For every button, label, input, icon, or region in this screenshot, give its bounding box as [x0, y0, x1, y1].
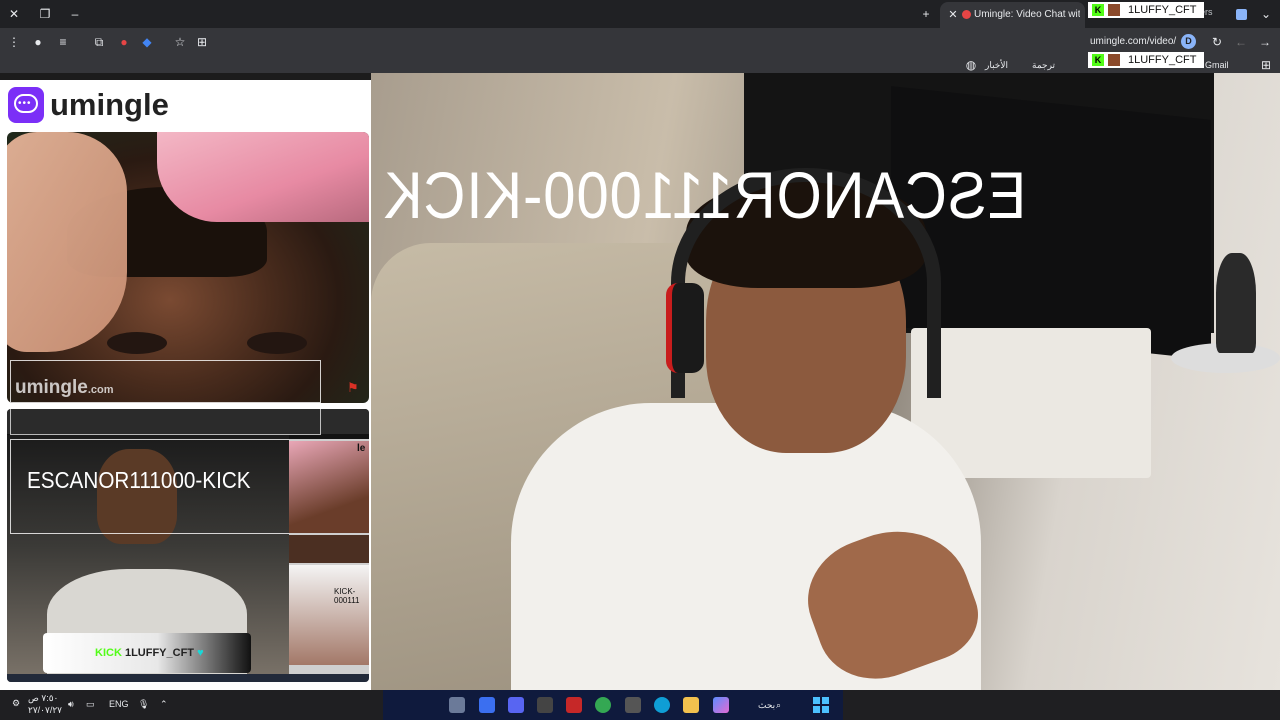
search-label[interactable]: بحث: [758, 700, 775, 711]
logo-text: umingle: [50, 87, 169, 122]
app-icon-red[interactable]: [566, 697, 582, 713]
kick-username-badge: K 1LUFFY_CFT: [1088, 2, 1205, 18]
stream-tag-text: ESCANOR111000-KICK: [27, 467, 251, 493]
mirrored-stream-tag: ESCANOR111000-KICK: [383, 158, 1027, 232]
app-icon[interactable]: [479, 697, 495, 713]
bookmark-gmail[interactable]: Gmail: [1205, 60, 1229, 70]
close-window-icon[interactable]: ✕: [6, 6, 22, 22]
partner-video: umingle.com ⚑: [7, 132, 369, 403]
settings-app-icon[interactable]: [449, 697, 465, 713]
language-indicator[interactable]: ENG: [109, 699, 129, 709]
network-icon[interactable]: ▭: [86, 699, 95, 710]
avatar: [1108, 54, 1120, 66]
settings-gear-icon[interactable]: ⚙: [12, 698, 20, 709]
search-icon[interactable]: ⌕: [776, 700, 781, 711]
name-card-text: KICK 1LUFFY_CFT ♥: [95, 647, 204, 659]
media-icon[interactable]: ≡: [55, 34, 71, 50]
self-video: ESCANOR111000-KICK KICK 1LUFFY_CFT ♥ ◎ l…: [7, 409, 369, 682]
store-icon[interactable]: [625, 697, 641, 713]
address-bar[interactable]: umingle.com/video/: [1090, 36, 1176, 47]
clock-date[interactable]: ٢٧/٠٧/٢٧: [28, 705, 62, 716]
report-flag-icon[interactable]: ⚑: [347, 380, 361, 395]
shield-extension-icon[interactable]: ◆: [139, 34, 155, 50]
tab-umingle[interactable]: ✕ Umingle: Video Chat with S: [940, 2, 1085, 28]
profile-avatar[interactable]: D: [1181, 34, 1196, 49]
back-icon[interactable]: →: [1257, 34, 1273, 50]
extension-icon[interactable]: ●: [30, 34, 46, 50]
tab-title: Umingle: Video Chat with S: [974, 9, 1080, 20]
umingle-watermark: umingle.com: [15, 377, 114, 398]
kick-logo-icon: K: [1092, 54, 1104, 66]
obs-icon[interactable]: [537, 697, 553, 713]
record-extension-icon[interactable]: ●: [116, 34, 132, 50]
badge-username: 1LUFFY_CFT: [1128, 4, 1197, 16]
umingle-favicon-icon: [962, 10, 971, 19]
minimize-window-icon[interactable]: –: [67, 6, 83, 22]
bookmark-star-icon[interactable]: ☆: [172, 34, 188, 50]
kick-username-badge-secondary: K 1LUFFY_CFT: [1088, 52, 1205, 68]
restore-window-icon[interactable]: ❐: [37, 6, 53, 22]
main-stranger-video: ESCANOR111000-KICK: [371, 73, 1280, 693]
kick-logo-icon: K: [1092, 4, 1104, 16]
file-explorer-icon[interactable]: [683, 697, 699, 713]
thumbnail-label-mirrored: KICK-000111: [334, 587, 360, 605]
menu-icon[interactable]: ⋮: [6, 34, 22, 50]
discord-icon[interactable]: [508, 697, 524, 713]
tray-chevron-icon[interactable]: ⌃: [160, 699, 168, 710]
copilot-icon[interactable]: [713, 697, 729, 713]
tab-search-icon[interactable]: ⌄: [1258, 6, 1274, 22]
volume-icon[interactable]: 🔊︎: [68, 699, 74, 710]
avatar: [1108, 4, 1120, 16]
bookmark-translate[interactable]: ترجمة: [1032, 60, 1055, 71]
new-tab-icon[interactable]: +: [918, 6, 934, 22]
thumbnail-label: le: [357, 443, 366, 454]
microphone-icon[interactable]: 🎙︎: [138, 699, 149, 710]
forward-icon[interactable]: ←: [1233, 34, 1249, 50]
edge-icon[interactable]: [654, 697, 670, 713]
close-tab-icon[interactable]: ✕: [946, 8, 960, 21]
bookmark-news[interactable]: الأخبار: [985, 60, 1008, 71]
badge-username: 1LUFFY_CFT: [1128, 54, 1197, 66]
chrome-icon[interactable]: [595, 697, 611, 713]
umingle-sidebar: ••• umingle umingle.com ⚑ ESCANOR111000-…: [0, 80, 371, 690]
chat-bubble-icon: •••: [8, 87, 44, 123]
reload-icon[interactable]: ↻: [1209, 34, 1225, 50]
globe-icon[interactable]: ◍: [963, 57, 979, 73]
taskbar-apps: بحث ⌕: [383, 690, 843, 720]
translate-icon[interactable]: ⊞: [194, 34, 210, 50]
apps-grid-icon[interactable]: ⊞: [1258, 57, 1274, 73]
tab-favicon-icon[interactable]: [1236, 9, 1247, 20]
windows-start-icon[interactable]: [813, 697, 829, 713]
extensions-puzzle-icon[interactable]: ⧉: [91, 34, 107, 50]
clock-time[interactable]: ٧:٥٠ ص: [28, 693, 58, 704]
